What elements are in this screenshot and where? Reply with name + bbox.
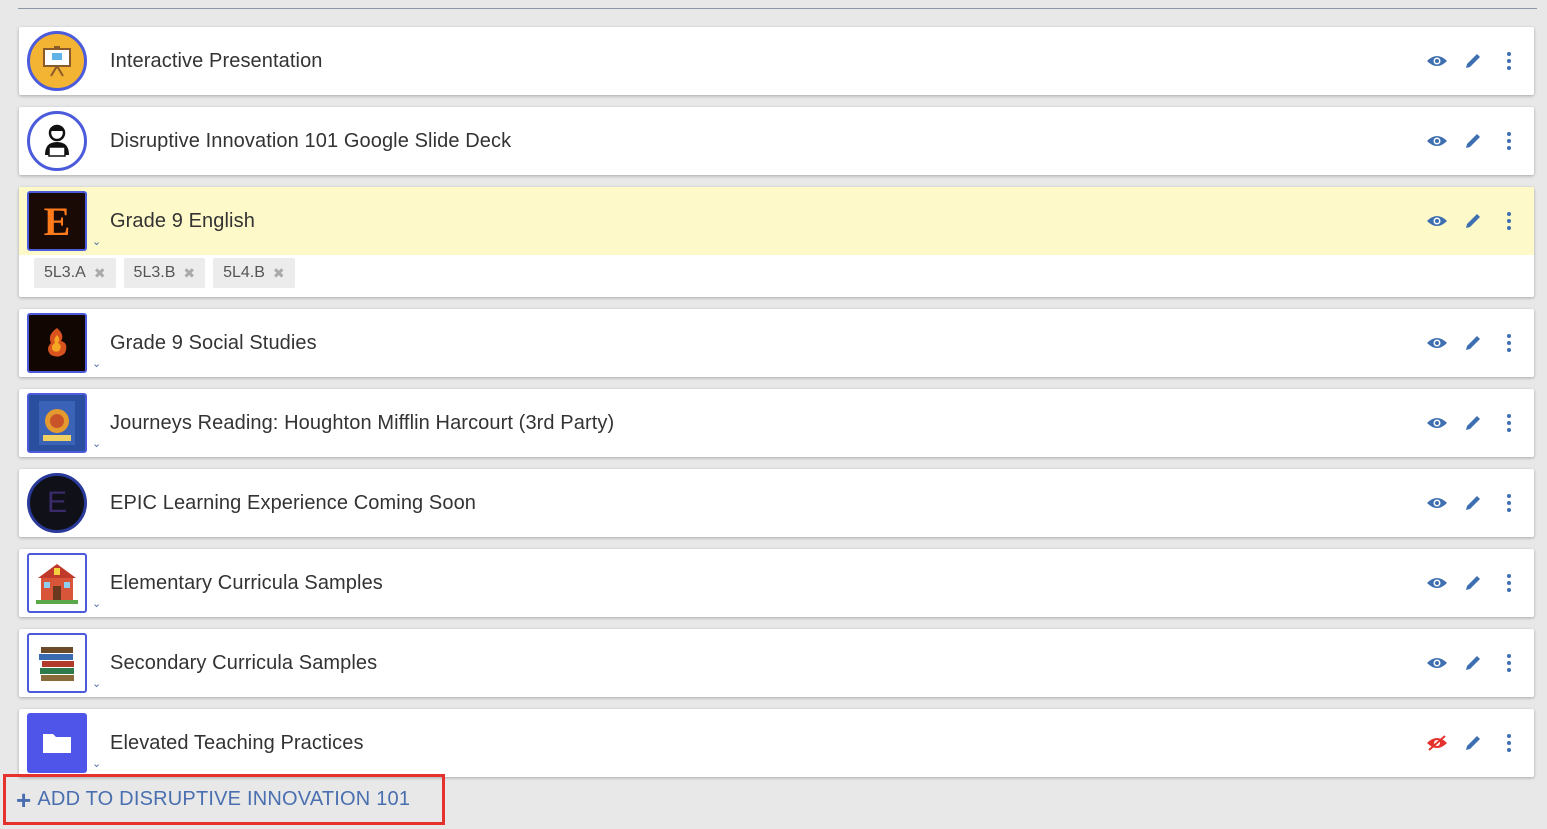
tag-label: 5L3.A xyxy=(44,264,86,281)
eye-icon[interactable] xyxy=(1426,50,1448,72)
item-title[interactable]: Elevated Teaching Practices xyxy=(110,709,364,777)
more-vert-icon[interactable] xyxy=(1498,732,1520,754)
more-vert-icon[interactable] xyxy=(1498,492,1520,514)
person-laptop-icon xyxy=(27,111,87,171)
more-vert-icon[interactable] xyxy=(1498,332,1520,354)
chevron-down-icon[interactable]: ⌄ xyxy=(92,439,101,450)
list-item[interactable]: E EPIC Learning Experience Coming Soon xyxy=(19,469,1534,537)
eye-icon[interactable] xyxy=(1426,412,1448,434)
eye-icon[interactable] xyxy=(1426,332,1448,354)
top-divider xyxy=(18,8,1537,9)
eye-icon[interactable] xyxy=(1426,652,1448,674)
edit-pencil-icon[interactable] xyxy=(1462,130,1484,152)
item-title[interactable]: Journeys Reading: Houghton Mifflin Harco… xyxy=(110,389,614,457)
add-to-collection-button[interactable]: + ADD TO DISRUPTIVE INNOVATION 101 xyxy=(3,774,445,825)
eye-icon[interactable] xyxy=(1426,210,1448,232)
list-item[interactable]: ⌄ Journeys Reading: Houghton Mifflin Har… xyxy=(19,389,1534,457)
list-item[interactable]: ⌄ Elementary Curricula Samples xyxy=(19,549,1534,617)
item-title[interactable]: Interactive Presentation xyxy=(110,27,323,95)
item-title[interactable]: Secondary Curricula Samples xyxy=(110,629,377,697)
more-vert-icon[interactable] xyxy=(1498,572,1520,594)
eye-icon[interactable] xyxy=(1426,130,1448,152)
list-item[interactable]: Disruptive Innovation 101 Google Slide D… xyxy=(19,107,1534,175)
edit-pencil-icon[interactable] xyxy=(1462,210,1484,232)
standard-tag: 5L3.A ✖ xyxy=(34,258,116,288)
chevron-down-icon[interactable]: ⌄ xyxy=(92,359,101,370)
chevron-down-icon[interactable]: ⌄ xyxy=(92,679,101,690)
edit-pencil-icon[interactable] xyxy=(1462,412,1484,434)
edit-pencil-icon[interactable] xyxy=(1462,332,1484,354)
remove-tag-icon[interactable]: ✖ xyxy=(183,258,195,288)
list-item[interactable]: E ⌄ Grade 9 English 5L3.A ✖ 5L3.B ✖ 5L4.… xyxy=(19,187,1534,297)
more-vert-icon[interactable] xyxy=(1498,50,1520,72)
remove-tag-icon[interactable]: ✖ xyxy=(94,258,106,288)
edit-pencil-icon[interactable] xyxy=(1462,652,1484,674)
edit-pencil-icon[interactable] xyxy=(1462,50,1484,72)
presentation-easel-icon xyxy=(27,31,87,91)
content-list: Interactive Presentation Disruptive Inno… xyxy=(19,27,1534,789)
fire-emblem-icon xyxy=(27,313,87,373)
letter-e-icon: E xyxy=(27,191,87,251)
tag-label: 5L4.B xyxy=(223,264,265,281)
more-vert-icon[interactable] xyxy=(1498,130,1520,152)
item-title[interactable]: Elementary Curricula Samples xyxy=(110,549,383,617)
eye-icon[interactable] xyxy=(1426,572,1448,594)
folder-icon xyxy=(27,713,87,773)
more-vert-icon[interactable] xyxy=(1498,652,1520,674)
book-stack-icon xyxy=(27,633,87,693)
list-item[interactable]: ⌄ Grade 9 Social Studies xyxy=(19,309,1534,377)
epic-e-logo-icon: E xyxy=(27,473,87,533)
remove-tag-icon[interactable]: ✖ xyxy=(273,258,285,288)
eye-off-icon[interactable] xyxy=(1426,732,1448,754)
book-cover-icon xyxy=(27,393,87,453)
list-item[interactable]: ⌄ Secondary Curricula Samples xyxy=(19,629,1534,697)
item-title[interactable]: Grade 9 English xyxy=(110,187,255,255)
edit-pencil-icon[interactable] xyxy=(1462,492,1484,514)
more-vert-icon[interactable] xyxy=(1498,412,1520,434)
eye-icon[interactable] xyxy=(1426,492,1448,514)
list-item[interactable]: ⌄ Elevated Teaching Practices xyxy=(19,709,1534,777)
standard-tag: 5L3.B ✖ xyxy=(123,258,206,288)
edit-pencil-icon[interactable] xyxy=(1462,732,1484,754)
standards-tags: 5L3.A ✖ 5L3.B ✖ 5L4.B ✖ xyxy=(34,258,295,288)
standard-tag: 5L4.B ✖ xyxy=(213,258,295,288)
list-item[interactable]: Interactive Presentation xyxy=(19,27,1534,95)
chevron-down-icon[interactable]: ⌄ xyxy=(92,599,101,610)
plus-icon: + xyxy=(16,784,32,815)
edit-pencil-icon[interactable] xyxy=(1462,572,1484,594)
more-vert-icon[interactable] xyxy=(1498,210,1520,232)
tag-label: 5L3.B xyxy=(133,264,176,281)
chevron-down-icon[interactable]: ⌄ xyxy=(92,759,101,770)
schoolhouse-icon xyxy=(27,553,87,613)
add-button-label: ADD TO DISRUPTIVE INNOVATION 101 xyxy=(37,788,411,810)
item-title[interactable]: EPIC Learning Experience Coming Soon xyxy=(110,469,476,537)
item-title[interactable]: Disruptive Innovation 101 Google Slide D… xyxy=(110,107,511,175)
item-title[interactable]: Grade 9 Social Studies xyxy=(110,309,317,377)
chevron-down-icon[interactable]: ⌄ xyxy=(92,237,101,248)
thumb-letter: E xyxy=(43,198,71,244)
